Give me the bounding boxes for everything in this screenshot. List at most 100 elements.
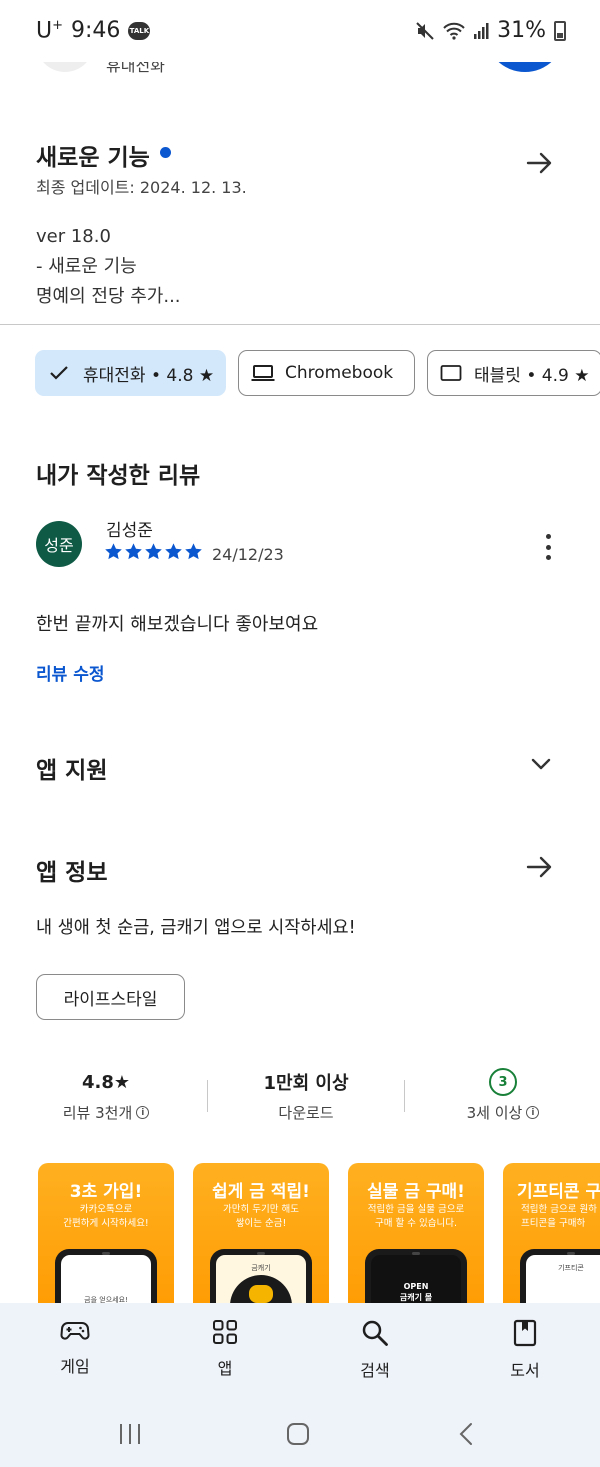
recent-apps-icon [120,1424,140,1444]
screen-text: 금캐기 [251,1264,271,1272]
stat-separator [404,1080,405,1112]
screenshot-card[interactable]: 3초 가입! 카카오톡으로 간편하게 시작하세요! 금을 얻으세요! [38,1163,174,1323]
stat-label-text: 리뷰 3천개 [62,1104,133,1122]
release-note-line: - 새로운 기능 [36,256,137,277]
star-icon [125,543,142,560]
last-updated: 최종 업데이트: 2024. 12. 13. [36,178,247,197]
device-chip-label: 휴대전화 • 4.8 ★ [83,365,215,386]
screen-text: OPEN 금캐기 몰 [399,1282,433,1302]
search-icon [362,1320,388,1346]
status-bar: U+ 9:46 TALK 31% [0,0,600,62]
avatar: 성준 [36,521,82,567]
nav-label: 앱 [217,1359,233,1378]
home-icon [287,1423,309,1445]
stat-value: 3 [433,1068,573,1096]
category-tag-chip[interactable]: 라이프스타일 [36,974,185,1020]
stat-value: 1만회 이상 [263,1073,349,1094]
screenshot-title: 쉽게 금 적립! [212,1182,310,1202]
mute-icon [416,21,434,40]
screenshot-card[interactable]: 실물 금 구매! 적립한 금을 실물 금으로 구매 할 수 있습니다. OPEN… [348,1163,484,1323]
stat-value: 4.8★ [81,1071,131,1093]
section-divider [0,324,600,325]
stat-age-rating[interactable]: 3 3세 이상 i [433,1068,573,1123]
screenshot-card[interactable]: 쉽게 금 적립! 가만히 두기만 해도 쌓이는 순금! 금캐기 [193,1163,329,1323]
arrow-right-icon [526,152,552,174]
home-button[interactable] [278,1419,318,1449]
device-chip-label: Chromebook [285,363,394,383]
nav-item-games[interactable]: 게임 [25,1319,125,1377]
review-more-options-icon[interactable] [536,532,560,562]
screenshot-card[interactable]: 기프티콘 구 적립한 금으로 원하 기프티콘을 구매하 기프티콘 [503,1163,600,1323]
stat-downloads: 1만회 이상 다운로드 [236,1068,376,1123]
review-text: 한번 끝까지 해보겠습니다 좋아보여요 [36,614,319,635]
star-icon [165,543,182,560]
new-indicator-dot [159,146,171,158]
info-icon: i [136,1106,150,1119]
screenshot-subtitle: 카카오톡으로 간편하게 시작하세요! [63,1204,149,1229]
laptop-icon [251,365,275,381]
screen-text: 기프티콘 [558,1264,584,1272]
battery-icon [554,20,566,41]
stat-separator [207,1080,208,1112]
screenshot-subtitle: 적립한 금을 실물 금으로 구매 할 수 있습니다. [367,1204,465,1229]
gold-nugget-icon [249,1285,273,1303]
review-date: 24/12/23 [212,545,284,564]
release-note-line: ver 18.0 [36,226,111,247]
recent-apps-button[interactable] [110,1419,150,1449]
book-icon [513,1319,537,1347]
screenshot-title: 실물 금 구매! [367,1182,465,1202]
carrier-label: U+ [36,18,64,44]
edit-review-link[interactable]: 리뷰 수정 [36,660,104,685]
whats-new-heading: 새로운 기능 [36,145,150,171]
screenshot-subtitle: 가만히 두기만 해도 쌓이는 순금! [223,1204,299,1229]
nav-label: 도서 [510,1361,540,1380]
stat-label: 리뷰 3천개 i [36,1102,176,1123]
whats-new-title: 새로운 기능 [36,138,171,172]
device-chip-chromebook[interactable]: Chromebook [238,350,415,396]
check-icon [50,366,68,380]
arrow-right-icon [526,856,552,878]
age-rating-badge-icon: 3 [489,1068,517,1096]
device-chip-phone[interactable]: 휴대전화 • 4.8 ★ [35,350,226,396]
nav-item-apps[interactable]: 앱 [175,1319,275,1379]
nav-label: 게임 [60,1357,90,1376]
kakaotalk-notification-icon: TALK [128,21,151,40]
app-short-description: 내 생애 첫 순금, 금캐기 앱으로 시작하세요! [36,918,356,938]
system-navigation-bar [0,1403,600,1467]
my-review-title: 내가 작성한 리뷰 [36,463,201,489]
nav-item-search[interactable]: 검색 [325,1319,425,1381]
app-support-title[interactable]: 앱 지원 [36,751,108,785]
back-button[interactable] [446,1419,486,1449]
star-icon [145,543,162,560]
apps-grid-icon [213,1320,237,1344]
stat-label-text: 3세 이상 [466,1104,523,1122]
review-stars [104,542,203,561]
whats-new-arrow-button[interactable] [522,145,558,181]
star-icon [185,543,202,560]
device-chip-tablet[interactable]: 태블릿 • 4.9 ★ [427,350,600,396]
screenshot-subtitle: 적립한 금으로 원하 기프티콘을 구매하 [521,1204,600,1229]
screenshot-title: 기프티콘 구 [517,1182,600,1202]
wifi-icon [443,22,465,40]
back-icon [459,1423,472,1445]
status-left: U+ 9:46 TALK [36,18,151,44]
gamepad-icon [60,1322,90,1340]
stat-label: 3세 이상 i [433,1102,573,1123]
app-support-expand-button[interactable] [523,746,559,782]
tablet-icon [440,365,462,381]
reviewer-name: 김성준 [106,521,153,541]
status-right: 31% [415,18,566,43]
battery-percent: 31% [497,18,546,43]
info-icon: i [526,1106,540,1119]
app-info-title: 앱 정보 [36,860,108,886]
bottom-navigation: 게임 앱 검색 도서 [0,1303,600,1403]
stat-label: 다운로드 [278,1104,334,1122]
release-note-line: 명예의 전당 추가... [36,286,181,307]
stat-rating[interactable]: 4.8★ 리뷰 3천개 i [36,1068,176,1123]
star-icon [105,543,122,560]
app-info-arrow-button[interactable] [522,849,558,885]
nav-label: 검색 [360,1361,390,1380]
nav-item-books[interactable]: 도서 [475,1319,575,1381]
screenshot-title: 3초 가입! [69,1182,143,1202]
device-chip-label: 태블릿 • 4.9 ★ [474,365,590,386]
